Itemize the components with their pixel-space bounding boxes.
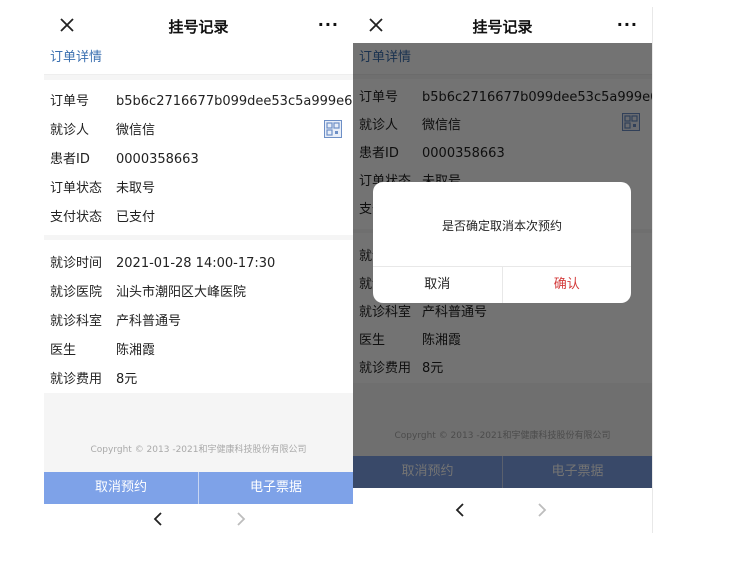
section-title: 订单详情 (44, 43, 353, 75)
page-title: 挂号记录 (168, 18, 229, 36)
action-bar: 取消预约 电子票据 (44, 472, 353, 504)
patient-id-label: 患者ID (50, 152, 90, 167)
order-content: 订单详情 订单号 b5b6c2716677b099dee53c5a999e6b5a… (44, 43, 353, 393)
dialog-message: 是否确定取消本次预约 (441, 219, 562, 233)
order-number-label: 订单号 (50, 94, 90, 109)
title-bar: 挂号记录 ··· (44, 7, 353, 43)
e-receipt-button[interactable]: 电子票据 (198, 472, 353, 504)
hospital-value: 汕头市潮阳区大峰医院 (116, 285, 247, 300)
visit-info-card: 就诊时间 2021-01-28 14:00-17:30 就诊医院汕头市潮阳区大峰医… (44, 240, 353, 393)
order-status-label: 订单状态 (50, 181, 103, 196)
detail-screen: 挂号记录 ··· 订单详情 订单号 b5b6c2716677b099dee53c5… (44, 7, 353, 533)
title-bar: 挂号记录 ··· (353, 7, 652, 43)
department-value: 产科普通号 (116, 314, 182, 329)
patient-id-row: 患者ID 0000358663 (50, 148, 199, 167)
chevron-left-icon[interactable] (151, 511, 165, 527)
visit-time-label: 就诊时间 (50, 256, 103, 271)
order-number-value: b5b6c2716677b099dee53c5a999e6b5a (116, 94, 353, 109)
payment-status-row: 支付状态已支付 (50, 206, 155, 225)
visit-time-row: 就诊时间 2021-01-28 14:00-17:30 (50, 252, 275, 271)
more-icon[interactable]: ··· (318, 15, 339, 34)
department-label: 就诊科室 (50, 314, 103, 329)
dialog-cancel-button[interactable]: 取消 (373, 267, 502, 303)
hospital-row: 就诊医院汕头市潮阳区大峰医院 (50, 281, 246, 300)
browser-nav-bar (44, 504, 353, 533)
patient-value: 微信信 (116, 123, 156, 138)
order-status-value: 未取号 (116, 181, 156, 196)
department-row: 就诊科室产科普通号 (50, 310, 181, 329)
page-title: 挂号记录 (472, 18, 533, 36)
fee-value: 8元 (116, 372, 138, 387)
doctor-value: 陈湘霞 (116, 343, 156, 358)
patient-label: 就诊人 (50, 123, 90, 138)
hospital-label: 就诊医院 (50, 285, 103, 300)
chevron-right-icon[interactable] (535, 502, 549, 518)
patient-id-value: 0000358663 (116, 152, 199, 167)
browser-nav-bar (353, 488, 652, 533)
qr-code-icon[interactable] (324, 120, 342, 138)
payment-status-value: 已支付 (116, 210, 156, 225)
cancel-appointment-button[interactable]: 取消预约 (44, 472, 198, 504)
patient-row: 就诊人 微信信 (50, 119, 155, 138)
fee-row: 就诊费用 8元 (50, 368, 137, 387)
payment-status-label: 支付状态 (50, 210, 103, 225)
dialog-confirm-button[interactable]: 确认 (501, 267, 632, 303)
dialog-buttons: 取消 确认 (373, 266, 631, 303)
visit-time-value: 2021-01-28 14:00-17:30 (116, 256, 276, 271)
chevron-right-icon[interactable] (234, 511, 248, 527)
more-icon[interactable]: ··· (617, 15, 638, 34)
order-info-card: 订单号 b5b6c2716677b099dee53c5a999e6b5a 就诊人 微… (44, 80, 353, 235)
copyright: Copyrght © 2013 -2021和宇健康科技股份有限公司 (90, 445, 307, 455)
confirm-dialog: 是否确定取消本次预约 取消 确认 (373, 182, 631, 303)
chevron-left-icon[interactable] (453, 502, 467, 518)
order-number-row: 订单号 b5b6c2716677b099dee53c5a999e6b5a (50, 90, 353, 109)
order-status-row: 订单状态未取号 (50, 177, 155, 196)
doctor-label: 医生 (50, 343, 77, 358)
fee-label: 就诊费用 (50, 372, 103, 387)
doctor-row: 医生 陈湘霞 (50, 339, 155, 358)
cancel-confirm-screen: 挂号记录 ··· 订单详情 订单号b5b6c2716677b099dee53c5… (353, 7, 653, 533)
